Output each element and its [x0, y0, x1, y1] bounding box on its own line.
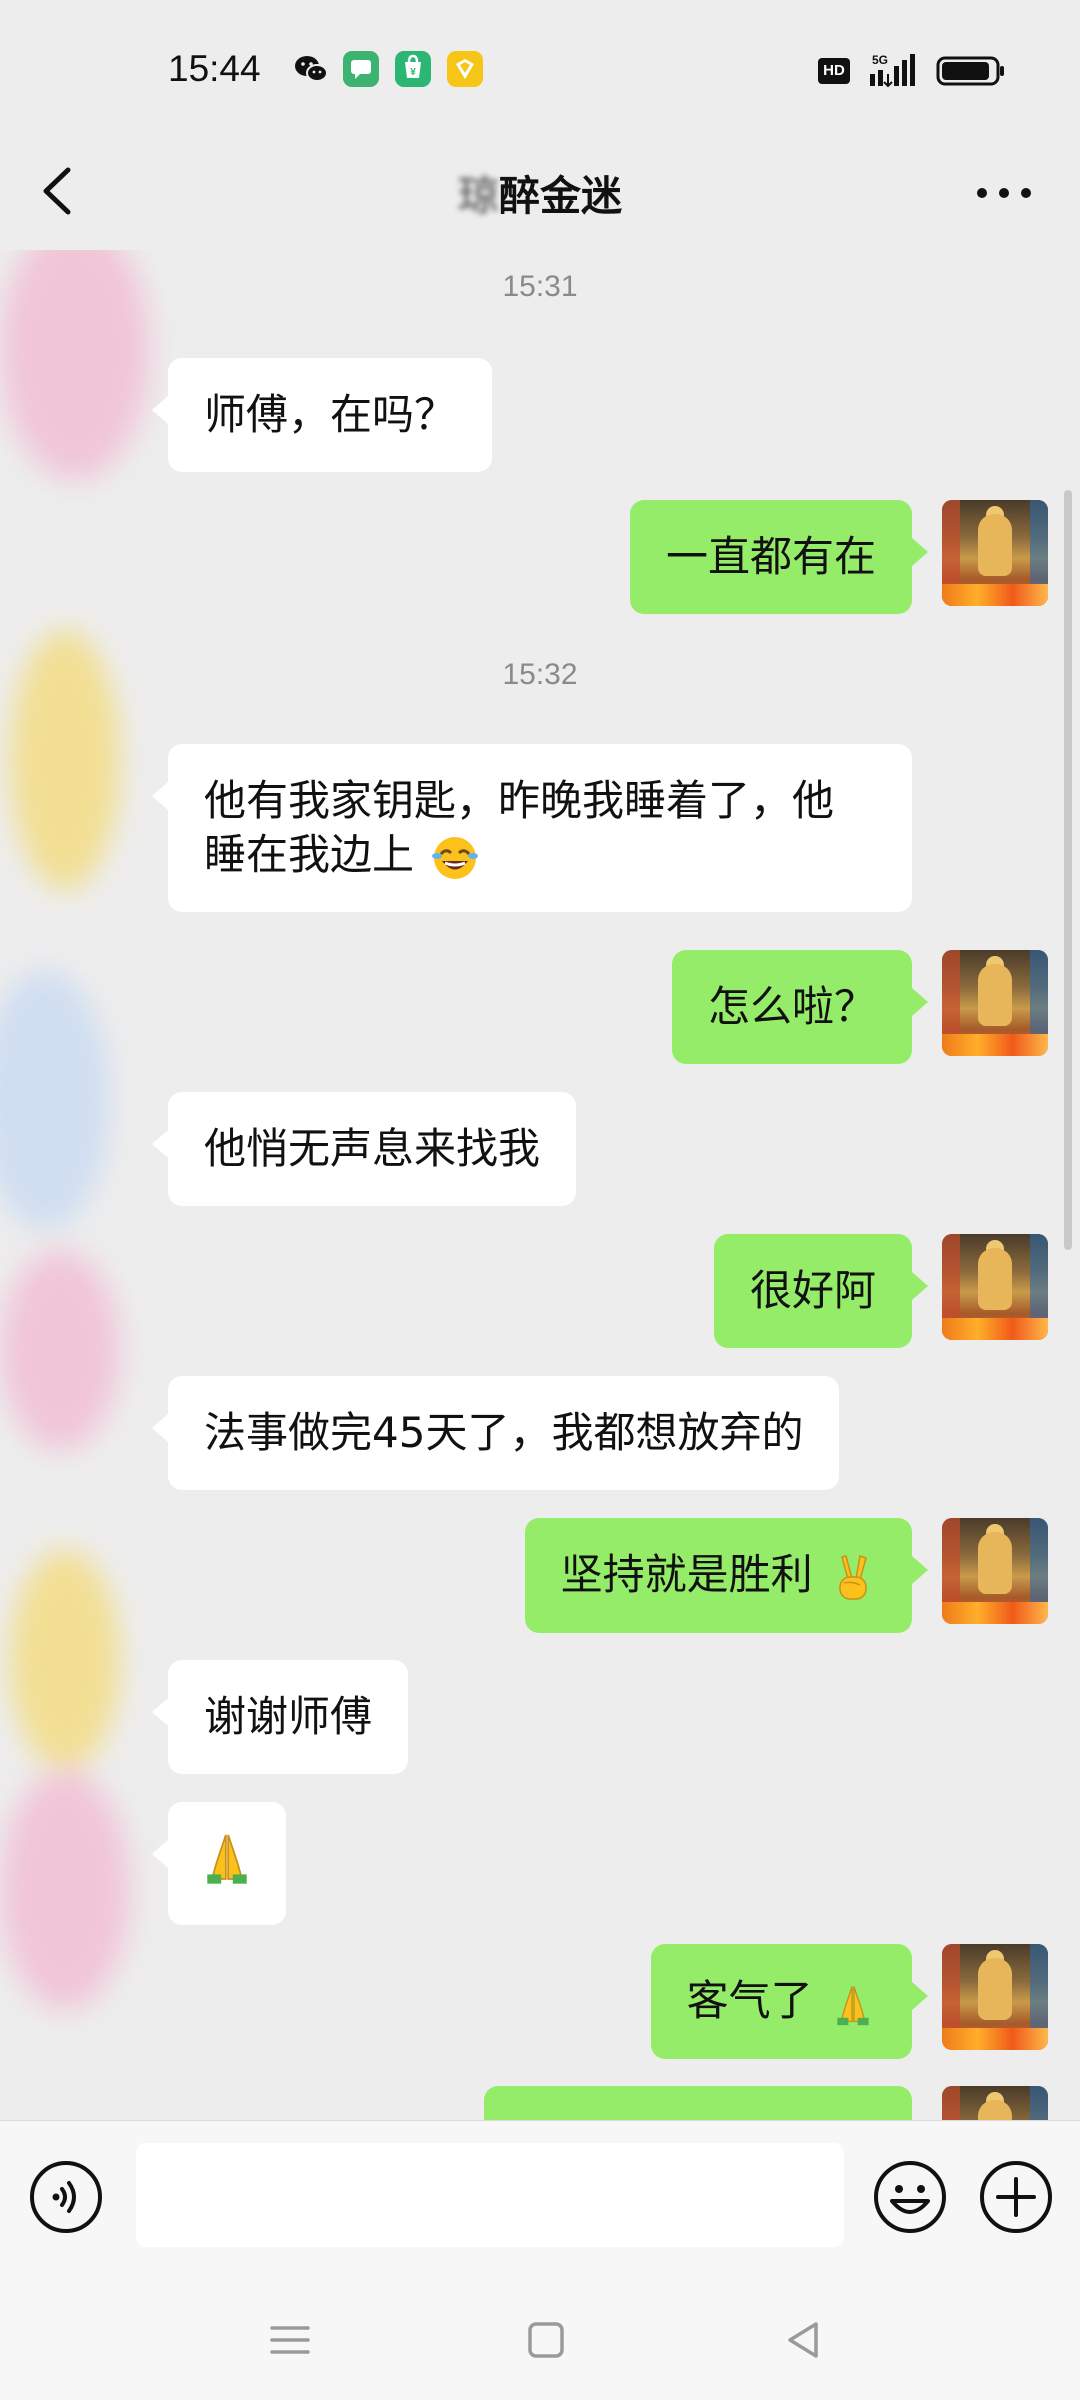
folded-hands-emoji [837, 1985, 869, 2025]
outgoing-message-bubble[interactable]: 一直都有在 [629, 500, 929, 614]
outgoing-message-bubble[interactable]: 怎么啦？ [671, 950, 929, 1064]
scrollbar[interactable] [1064, 490, 1072, 1250]
message-line: 他有我家钥匙，昨晚我睡着了，他 [204, 776, 835, 825]
message-timestamp: 15:31 [502, 270, 578, 303]
navigation-bar [0, 2280, 1080, 2400]
emoji-icon[interactable] [872, 2159, 948, 2235]
input-bar [0, 2120, 1080, 2280]
chat-title: 琼醉金迷 [0, 162, 1080, 222]
victory-hand-emoji [839, 1554, 867, 1600]
message-line: 睡在我边上 [204, 830, 415, 879]
decorative-smudge [0, 1770, 130, 2010]
signal-icon: 5G [870, 53, 915, 88]
avatar[interactable] [942, 1518, 1048, 1624]
avatar[interactable] [942, 500, 1048, 606]
messages-icon [343, 51, 379, 87]
status-time: 15:44 [168, 48, 261, 89]
avatar[interactable] [942, 2086, 1048, 2120]
incoming-message-bubble[interactable]: 师傅，在吗？ [151, 358, 493, 472]
outgoing-message-bubble[interactable] [484, 2086, 912, 2120]
outgoing-message-bubble[interactable]: 很好阿 [713, 1234, 929, 1348]
message-text: 坚持就是胜利 [560, 1550, 813, 1599]
back-triangle-icon[interactable] [774, 2310, 834, 2370]
menu-icon[interactable] [260, 2310, 320, 2370]
decorative-smudge [10, 1550, 120, 1770]
decorative-smudge [0, 1250, 120, 1450]
home-icon[interactable] [516, 2310, 576, 2370]
incoming-message-bubble[interactable]: 他有我家钥匙，昨晚我睡着了，他 睡在我边上 [152, 744, 912, 912]
svg-text:5G: 5G [872, 53, 888, 67]
message-text: 客气了 [686, 1976, 813, 2025]
message-input[interactable] [136, 2143, 844, 2247]
incoming-message-bubble[interactable]: 法事做完45天了，我都想放弃的 [151, 1376, 840, 1490]
shop-icon: ¥ [395, 51, 431, 87]
outgoing-message-bubble[interactable]: 坚持就是胜利 [524, 1518, 929, 1633]
avatar[interactable] [942, 1944, 1048, 2050]
outgoing-message-bubble[interactable]: 客气了 [650, 1944, 929, 2059]
incoming-message-bubble[interactable]: 谢谢师傅 [151, 1660, 409, 1774]
hd-badge: HD [818, 58, 850, 84]
message-list[interactable]: 15:31 师傅，在吗？ 一直都有在 15:32 他有我家钥匙，昨晚我睡着了，他… [0, 250, 1080, 2120]
message-timestamp: 15:32 [502, 658, 578, 691]
incoming-message-bubble[interactable] [152, 1802, 286, 1925]
chat-title-blurred: 琼 [458, 172, 499, 220]
voice-input-icon[interactable] [28, 2159, 104, 2235]
more-options-icon[interactable] [968, 168, 1040, 218]
battery-icon [936, 56, 1004, 86]
laughing-crying-emoji [432, 836, 479, 879]
avatar[interactable] [942, 950, 1048, 1056]
status-bar: 15:44 ¥ HD 5G [0, 0, 1080, 140]
folded-hands-emoji [207, 1834, 247, 1884]
svg-text:¥: ¥ [410, 67, 416, 78]
wechat-icon [295, 56, 328, 82]
chat-title-text: 醉金迷 [499, 172, 622, 220]
decorative-smudge [0, 970, 110, 1230]
avatar[interactable] [942, 1234, 1048, 1340]
title-bar: 琼醉金迷 [0, 140, 1080, 250]
incoming-message-bubble[interactable]: 他悄无声息来找我 [151, 1092, 577, 1206]
plus-icon[interactable] [978, 2159, 1054, 2235]
coupon-icon [447, 51, 483, 87]
